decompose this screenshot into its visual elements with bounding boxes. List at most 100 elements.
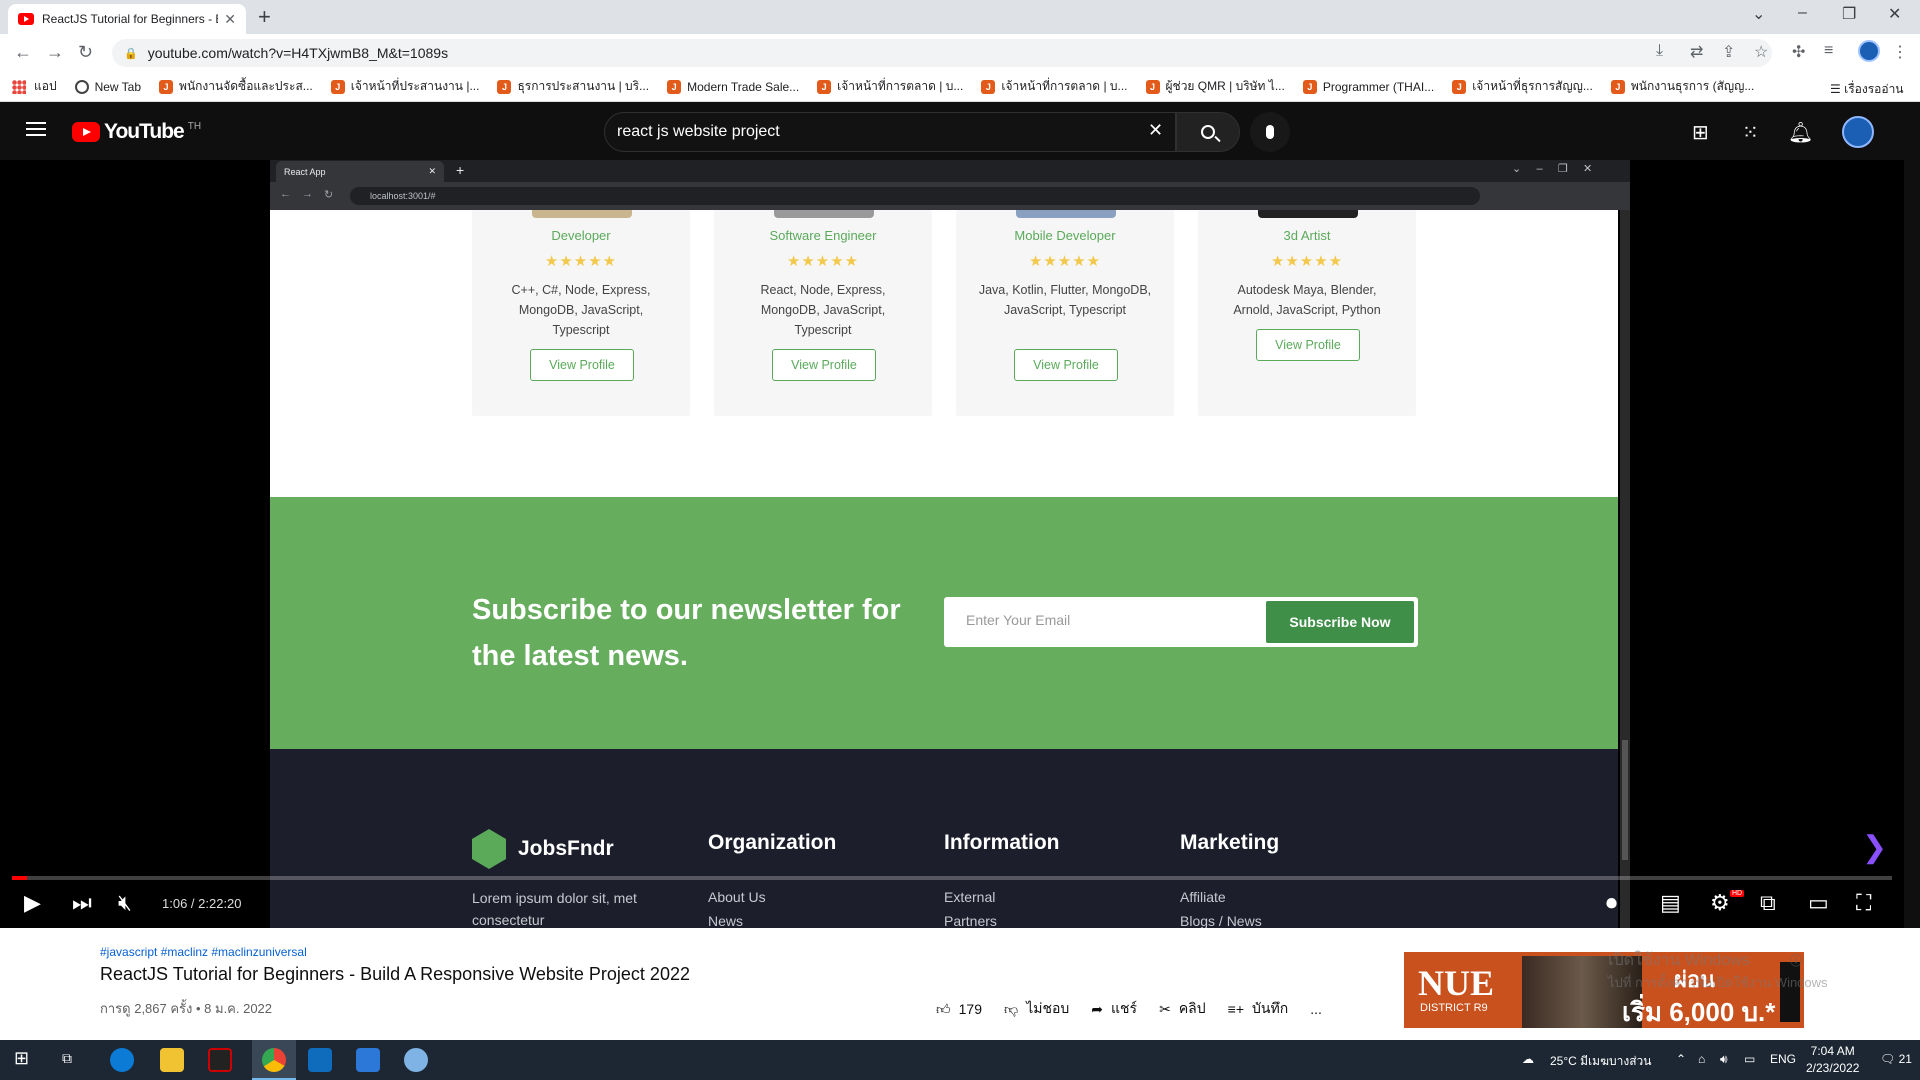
notifications-bell-icon[interactable]: 🔔︎ (1788, 120, 1813, 145)
browser-tab[interactable]: ReactJS Tutorial for Beginners - B ✕ (8, 4, 246, 34)
bookmark-item[interactable]: J เจ้าหน้าที่การตลาด | บ... (981, 77, 1128, 96)
volume-icon[interactable]: 🔊︎ (1720, 1052, 1728, 1067)
more-actions-button[interactable]: ... (1310, 1001, 1322, 1017)
network-icon[interactable]: ⌂ (1698, 1052, 1705, 1066)
forward-arrow-icon[interactable]: → (46, 42, 64, 63)
bookmark-item[interactable]: New Tab (74, 79, 142, 94)
play-icon[interactable]: ▶ (24, 890, 41, 916)
bookmark-item[interactable]: J เจ้าหน้าที่การตลาด | บ... (817, 77, 963, 96)
media-icon[interactable]: ≡ (1824, 42, 1833, 60)
store-icon[interactable] (356, 1048, 380, 1072)
notification-center-icon[interactable]: 🗨︎ 21 (1880, 1052, 1912, 1066)
tab-search-icon[interactable]: ⌄ (1752, 4, 1765, 24)
bookmark-item[interactable]: J เจ้าหน้าที่ธุรการสัญญ... (1452, 77, 1593, 96)
clear-search-icon[interactable]: ✕ (1148, 120, 1163, 141)
youtube-logo[interactable]: YouTube TH (72, 120, 201, 144)
share-icon[interactable]: ⇪ (1722, 42, 1735, 62)
new-tab-button[interactable]: + (258, 4, 271, 30)
tray-chevron-icon[interactable]: ⌃ (1676, 1052, 1686, 1066)
taskbar-clock[interactable]: 7:04 AM 2/23/2022 (1806, 1043, 1859, 1077)
like-count: 179 (958, 1001, 982, 1017)
voice-search-button[interactable] (1250, 112, 1290, 152)
mail-icon[interactable] (308, 1048, 332, 1072)
footer-link[interactable]: About Us (708, 889, 766, 905)
paint-icon[interactable] (404, 1048, 428, 1072)
video-hashtags[interactable]: #javascript #maclinz #maclinzuniversal (100, 945, 307, 959)
view-profile-button[interactable]: View Profile (1014, 349, 1118, 381)
menu-kebab-icon[interactable]: ⋮ (1892, 42, 1908, 62)
restore-button[interactable]: ❐ (1842, 4, 1856, 24)
bookmark-item[interactable]: J ธุรการประสานงาน | บริ... (497, 77, 649, 96)
hamburger-menu-icon[interactable] (26, 122, 46, 136)
edge-icon[interactable] (110, 1048, 134, 1072)
bookmarks-bar: แอป New Tab J พนักงานจัดซื้อและประส... Jเ… (0, 72, 1920, 102)
save-button[interactable]: ≡+ บันทึก (1228, 998, 1289, 1020)
subscribe-button[interactable]: Subscribe Now (1266, 601, 1414, 643)
bookmark-item[interactable]: J ผู้ช่วย QMR | บริษัท ไ... (1145, 77, 1285, 96)
fullscreen-icon[interactable]: ⛶ (1856, 890, 1871, 916)
rating-stars: ★★★★★ (1270, 253, 1344, 270)
bookmark-item[interactable]: แอป (12, 77, 57, 96)
view-profile-button[interactable]: View Profile (772, 349, 876, 381)
settings-gear-icon[interactable]: ⚙ (1710, 890, 1730, 916)
translate-icon[interactable]: ⇄ (1690, 42, 1703, 62)
search-button[interactable] (1176, 112, 1240, 152)
inner-reload-icon: ↻ (324, 189, 334, 201)
extensions-icon[interactable]: ✣ (1792, 42, 1805, 62)
app-icon[interactable] (208, 1048, 232, 1072)
footer-link[interactable]: Partners (944, 913, 997, 928)
footer-link[interactable]: News (708, 913, 743, 928)
country-code: TH (187, 120, 202, 132)
clip-button[interactable]: ✂ คลิป (1159, 998, 1206, 1020)
bookmark-item[interactable]: J Modern Trade Sale... (667, 79, 799, 94)
miniplayer-icon[interactable]: ⧉ (1760, 890, 1776, 916)
autoplay-toggle[interactable]: ⏺ (1606, 890, 1617, 916)
next-icon[interactable]: ⏭ (72, 890, 92, 916)
footer-link[interactable]: Blogs / News (1180, 913, 1262, 928)
bookmark-item[interactable]: J Programmer (THAI... (1302, 79, 1434, 94)
subtitles-icon[interactable]: ▤ (1660, 890, 1681, 916)
footer-link[interactable]: Affiliate (1180, 889, 1226, 905)
task-view-icon[interactable]: ⧉ (62, 1050, 72, 1067)
bookmark-item[interactable]: J เจ้าหน้าที่ประสานงาน |... (330, 77, 479, 96)
mute-icon[interactable]: 🔇︎ (118, 890, 132, 916)
progress-bar[interactable] (12, 876, 1892, 880)
install-icon[interactable]: ⤓ (1656, 42, 1663, 60)
footer-link[interactable]: External (944, 889, 995, 905)
back-arrow-icon[interactable]: ← (14, 42, 32, 63)
dislike-button[interactable]: 👎︎ ไม่ชอบ (1004, 998, 1069, 1020)
bookmark-item[interactable]: J พนักงานธุรการ (สัญญ... (1610, 77, 1754, 96)
footer-logo[interactable]: JobsFndr (472, 829, 614, 869)
clock-date: 2/23/2022 (1806, 1061, 1860, 1075)
theater-mode-icon[interactable]: ▭ (1808, 890, 1829, 916)
windows-start-icon[interactable]: ⊞ (14, 1048, 29, 1069)
close-tab-icon[interactable]: ✕ (224, 11, 236, 28)
share-button[interactable]: ➦ แชร์ (1091, 998, 1137, 1020)
view-profile-button[interactable]: View Profile (530, 349, 634, 381)
close-window-button[interactable]: ✕ (1888, 4, 1901, 24)
profile-avatar[interactable] (1858, 40, 1880, 62)
email-input[interactable]: Enter Your Email (966, 612, 1070, 628)
inner-back-icon: ← (280, 188, 291, 200)
chrome-icon[interactable] (262, 1048, 286, 1072)
bookmark-star-icon[interactable]: ☆ (1754, 42, 1768, 62)
weather-text[interactable]: 25°C มีเมฆบางส่วน (1550, 1052, 1651, 1071)
minimize-button[interactable]: – (1798, 4, 1807, 22)
input-language[interactable]: ENG (1770, 1052, 1796, 1066)
view-profile-button[interactable]: View Profile (1256, 329, 1360, 361)
search-input[interactable]: react js website project (604, 112, 1176, 152)
create-video-icon[interactable]: ⊞ (1692, 120, 1709, 145)
account-avatar[interactable] (1842, 116, 1874, 148)
card-role: 3d Artist (1283, 228, 1331, 243)
apps-grid-icon[interactable]: ⁙ (1742, 120, 1759, 145)
display-icon[interactable]: ▭ (1744, 1052, 1755, 1066)
like-button[interactable]: 👍︎ 179 (936, 1001, 982, 1018)
file-explorer-icon[interactable] (160, 1048, 184, 1072)
omnibox[interactable]: 🔒 youtube.com/watch?v=H4TXjwmB8_M&t=1089… (112, 39, 1772, 67)
ad-info-icon[interactable]: ⓘ (1790, 952, 1802, 969)
reading-list[interactable]: ☰ เรื่องรออ่าน (1830, 80, 1904, 99)
bookmark-item[interactable]: J พนักงานจัดซื้อและประส... (159, 77, 313, 96)
reload-icon[interactable]: ↻ (78, 42, 93, 63)
next-video-chevron-icon[interactable]: ❯ (1862, 830, 1887, 865)
bookmark-label: New Tab (94, 79, 142, 94)
